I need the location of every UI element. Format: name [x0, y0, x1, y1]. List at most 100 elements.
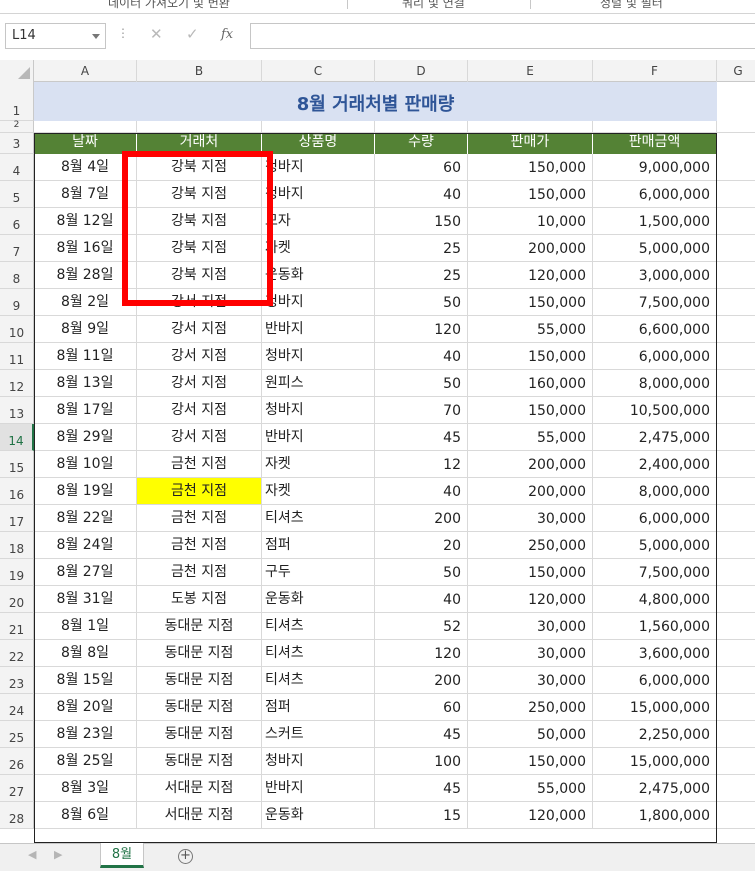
cell-empty[interactable]: [717, 802, 755, 829]
table-cell-col-f[interactable]: 2,475,000: [593, 775, 717, 802]
worksheet-grid[interactable]: ABCDEFG 1 2 3 4 5 6 7 8 9 10 11 12 13 14 15 16 17 18 19 20 2…: [0, 60, 755, 843]
table-cell-col-e[interactable]: 55,000: [468, 775, 593, 802]
table-cell-col-f[interactable]: 4,800,000: [593, 586, 717, 613]
cell-empty[interactable]: [717, 532, 755, 559]
formula-input[interactable]: [250, 23, 755, 49]
table-cell-col-b[interactable]: 동대문 지점: [137, 667, 262, 694]
table-cell-col-f[interactable]: 15,000,000: [593, 694, 717, 721]
table-cell-col-c[interactable]: 청바지: [262, 397, 375, 424]
table-cell-col-c[interactable]: 청바지: [262, 343, 375, 370]
table-cell-col-c[interactable]: 운동화: [262, 802, 375, 829]
row-header-5[interactable]: 5: [0, 181, 34, 208]
table-cell-col-b[interactable]: 동대문 지점: [137, 748, 262, 775]
table-cell-col-e[interactable]: 120,000: [468, 802, 593, 829]
table-cell-col-c[interactable]: 구두: [262, 559, 375, 586]
table-cell-col-f[interactable]: 8,000,000: [593, 478, 717, 505]
table-cell-col-a[interactable]: 8월 27일: [34, 559, 137, 586]
table-cell-col-c[interactable]: 원피스: [262, 370, 375, 397]
table-cell-col-a[interactable]: 8월 2일: [34, 289, 137, 316]
cell-empty[interactable]: [717, 748, 755, 775]
table-cell-col-d[interactable]: 120: [375, 316, 468, 343]
cell-empty[interactable]: [717, 424, 755, 451]
table-cell-col-a[interactable]: 8월 22일: [34, 505, 137, 532]
cell-empty[interactable]: [717, 235, 755, 262]
table-cell-col-f[interactable]: 8,000,000: [593, 370, 717, 397]
table-cell-col-b[interactable]: 도봉 지점: [137, 586, 262, 613]
insert-function-icon[interactable]: fx: [221, 27, 233, 42]
table-cell-col-c[interactable]: 티셔츠: [262, 505, 375, 532]
table-cell-col-c[interactable]: 청바지: [262, 748, 375, 775]
cell-empty[interactable]: [717, 586, 755, 613]
table-cell-col-e[interactable]: 10,000: [468, 208, 593, 235]
column-header-f[interactable]: F: [593, 60, 717, 82]
select-all-button[interactable]: [0, 60, 34, 82]
table-cell-col-a[interactable]: 8월 19일: [34, 478, 137, 505]
table-header-col-a[interactable]: 날짜: [34, 133, 137, 154]
table-cell-col-f[interactable]: 3,600,000: [593, 640, 717, 667]
table-cell-col-e[interactable]: 30,000: [468, 640, 593, 667]
table-cell-col-d[interactable]: 150: [375, 208, 468, 235]
table-cell-col-c[interactable]: 운동화: [262, 262, 375, 289]
table-cell-col-a[interactable]: 8월 4일: [34, 154, 137, 181]
table-cell-col-f[interactable]: 9,000,000: [593, 154, 717, 181]
table-cell-col-c[interactable]: 운동화: [262, 586, 375, 613]
table-cell-col-c[interactable]: 반바지: [262, 775, 375, 802]
row-header-13[interactable]: 13: [0, 397, 34, 424]
table-cell-col-b[interactable]: 금천 지점: [137, 532, 262, 559]
table-cell-col-e[interactable]: 150,000: [468, 748, 593, 775]
cell-empty[interactable]: [717, 775, 755, 802]
row-header-28[interactable]: 28: [0, 802, 34, 829]
table-header-col-c[interactable]: 상품명: [262, 133, 375, 154]
table-cell-col-a[interactable]: 8월 28일: [34, 262, 137, 289]
table-cell-col-c[interactable]: 반바지: [262, 316, 375, 343]
row-header-25[interactable]: 25: [0, 721, 34, 748]
sheet-title[interactable]: 8월 거래처별 판매량: [34, 90, 717, 116]
table-cell-col-d[interactable]: 60: [375, 154, 468, 181]
row-header-27[interactable]: 27: [0, 775, 34, 802]
row-header-6[interactable]: 6: [0, 208, 34, 235]
table-cell-col-a[interactable]: 8월 9일: [34, 316, 137, 343]
table-cell-col-e[interactable]: 30,000: [468, 613, 593, 640]
table-cell-col-b[interactable]: 금천 지점: [137, 559, 262, 586]
cell-empty[interactable]: [717, 154, 755, 181]
cell-empty[interactable]: [717, 121, 755, 133]
table-cell-col-d[interactable]: 70: [375, 397, 468, 424]
column-header-d[interactable]: D: [375, 60, 468, 82]
row-header-8[interactable]: 8: [0, 262, 34, 289]
table-header-col-b[interactable]: 거래처: [137, 133, 262, 154]
cell-empty[interactable]: [717, 613, 755, 640]
tab-nav-next-icon[interactable]: ▶: [54, 848, 62, 861]
row-header-22[interactable]: 22: [0, 640, 34, 667]
table-cell-col-a[interactable]: 8월 17일: [34, 397, 137, 424]
table-cell-col-b[interactable]: 금천 지점: [137, 478, 262, 505]
row-header-15[interactable]: 15: [0, 451, 34, 478]
table-cell-col-c[interactable]: 자켓: [262, 451, 375, 478]
cell-empty[interactable]: [717, 208, 755, 235]
table-cell-col-d[interactable]: 40: [375, 343, 468, 370]
table-cell-col-f[interactable]: 5,000,000: [593, 235, 717, 262]
table-cell-col-f[interactable]: 2,400,000: [593, 451, 717, 478]
cell-empty[interactable]: [717, 262, 755, 289]
row-header-23[interactable]: 23: [0, 667, 34, 694]
table-cell-col-a[interactable]: 8월 11일: [34, 343, 137, 370]
table-cell-col-a[interactable]: 8월 3일: [34, 775, 137, 802]
table-cell-col-a[interactable]: 8월 7일: [34, 181, 137, 208]
table-cell-col-c[interactable]: 스커트: [262, 721, 375, 748]
cell-empty[interactable]: [717, 721, 755, 748]
table-cell-col-d[interactable]: 120: [375, 640, 468, 667]
row-header-20[interactable]: 20: [0, 586, 34, 613]
table-cell-col-d[interactable]: 50: [375, 289, 468, 316]
cell-empty[interactable]: [717, 640, 755, 667]
row-header-17[interactable]: 17: [0, 505, 34, 532]
table-cell-col-d[interactable]: 15: [375, 802, 468, 829]
table-cell-col-d[interactable]: 25: [375, 262, 468, 289]
table-header-col-e[interactable]: 판매가: [468, 133, 593, 154]
table-cell-col-a[interactable]: 8월 16일: [34, 235, 137, 262]
table-cell-col-c[interactable]: 청바지: [262, 181, 375, 208]
row-header-4[interactable]: 4: [0, 154, 34, 181]
table-cell-col-f[interactable]: 6,000,000: [593, 505, 717, 532]
table-cell-col-d[interactable]: 45: [375, 721, 468, 748]
table-cell-col-a[interactable]: 8월 23일: [34, 721, 137, 748]
table-cell-col-b[interactable]: 서대문 지점: [137, 775, 262, 802]
table-cell-col-b[interactable]: 금천 지점: [137, 451, 262, 478]
